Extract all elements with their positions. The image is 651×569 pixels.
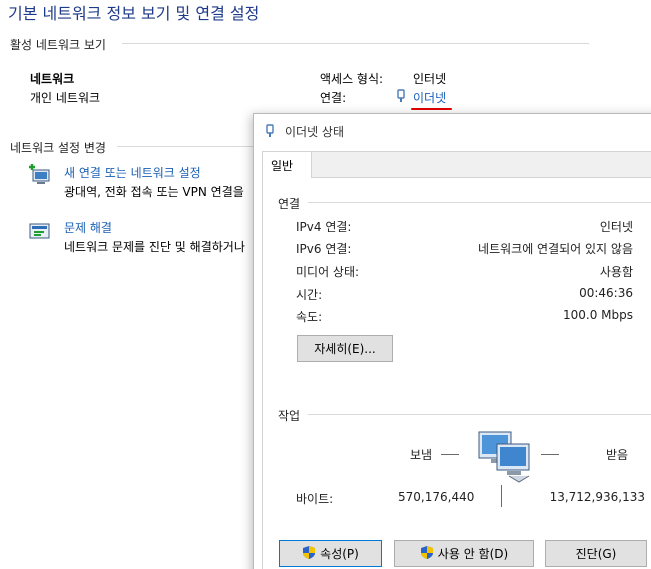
ipv6-label: IPv6 연결: [296, 242, 352, 256]
general-tab-panel: 연결 IPv4 연결: 인터넷 IPv6 연결: 네트워크에 연결되어 있지 않… [263, 177, 651, 569]
connections-label: 연결: [320, 91, 347, 105]
dialog-titlebar[interactable]: 이더넷 상태 [254, 114, 651, 146]
section-divider [122, 43, 589, 44]
diagnose-button[interactable]: 진단(G) [545, 540, 647, 567]
bytes-received: 13,712,936,133 [549, 490, 645, 504]
section-divider [117, 146, 257, 147]
network-name: 네트워크 [30, 72, 75, 86]
properties-button[interactable]: 속성(P) [279, 540, 382, 567]
duration-label: 시간: [296, 288, 323, 302]
bytes-sent: 570,176,440 [398, 490, 475, 504]
annotation-underline [411, 108, 452, 110]
troubleshoot-link[interactable]: 문제 해결 [64, 219, 112, 236]
network-type: 개인 네트워크 [30, 91, 101, 105]
group-divider [308, 414, 651, 415]
shield-icon [302, 545, 316, 563]
active-networks-heading: 활성 네트워크 보기 [10, 38, 106, 52]
ethernet-icon [396, 88, 406, 107]
ethernet-icon [265, 123, 275, 142]
new-connection-icon [28, 164, 52, 192]
ipv6-value: 네트워크에 연결되어 있지 않음 [478, 242, 633, 256]
media-state-label: 미디어 상태: [296, 265, 360, 279]
new-connection-description: 광대역, 전화 접속 또는 VPN 연결을 [64, 185, 244, 199]
sent-dash [441, 454, 459, 455]
sent-label: 보냄 [410, 448, 433, 462]
activity-group-label: 작업 [278, 409, 301, 423]
access-type-value: 인터넷 [413, 72, 447, 86]
media-state-value: 사용함 [599, 265, 633, 279]
received-dash [541, 454, 559, 455]
troubleshoot-description: 네트워크 문제를 진단 및 해결하거나 [64, 240, 245, 254]
troubleshoot-icon [28, 220, 52, 248]
disable-button[interactable]: 사용 안 함(D) [394, 540, 534, 567]
disable-button-label: 사용 안 함(D) [437, 547, 509, 561]
properties-button-label: 속성(P) [320, 547, 359, 561]
shield-icon [420, 545, 434, 563]
speed-value: 100.0 Mbps [562, 308, 633, 322]
ipv4-label: IPv4 연결: [296, 220, 352, 234]
ethernet-connection-link[interactable]: 이더넷 [413, 89, 446, 106]
speed-label: 속도: [296, 310, 323, 324]
bytes-separator [501, 485, 502, 507]
network-sharing-center: 기본 네트워크 정보 보기 및 연결 설정 활성 네트워크 보기 네트워크 개인… [0, 0, 651, 569]
page-title: 기본 네트워크 정보 보기 및 연결 설정 [8, 4, 260, 23]
network-computers-icon [473, 430, 543, 490]
change-settings-heading: 네트워크 설정 변경 [10, 141, 106, 155]
connection-group-label: 연결 [278, 197, 301, 211]
new-connection-link[interactable]: 새 연결 또는 네트워크 설정 [64, 164, 201, 181]
bytes-label: 바이트: [296, 492, 334, 506]
ethernet-status-dialog: 이더넷 상태 일반 연결 IPv4 연결: 인터넷 IPv6 연결: 네트워크에… [253, 113, 651, 569]
dialog-title: 이더넷 상태 [285, 125, 345, 139]
group-divider [308, 202, 651, 203]
tab-general[interactable]: 일반 [262, 151, 312, 178]
details-button[interactable]: 자세히(E)... [297, 335, 393, 362]
duration-value: 00:46:36 [579, 286, 633, 300]
ipv4-value: 인터넷 [599, 220, 633, 234]
access-type-label: 액세스 형식: [320, 72, 384, 86]
received-label: 받음 [606, 448, 629, 462]
